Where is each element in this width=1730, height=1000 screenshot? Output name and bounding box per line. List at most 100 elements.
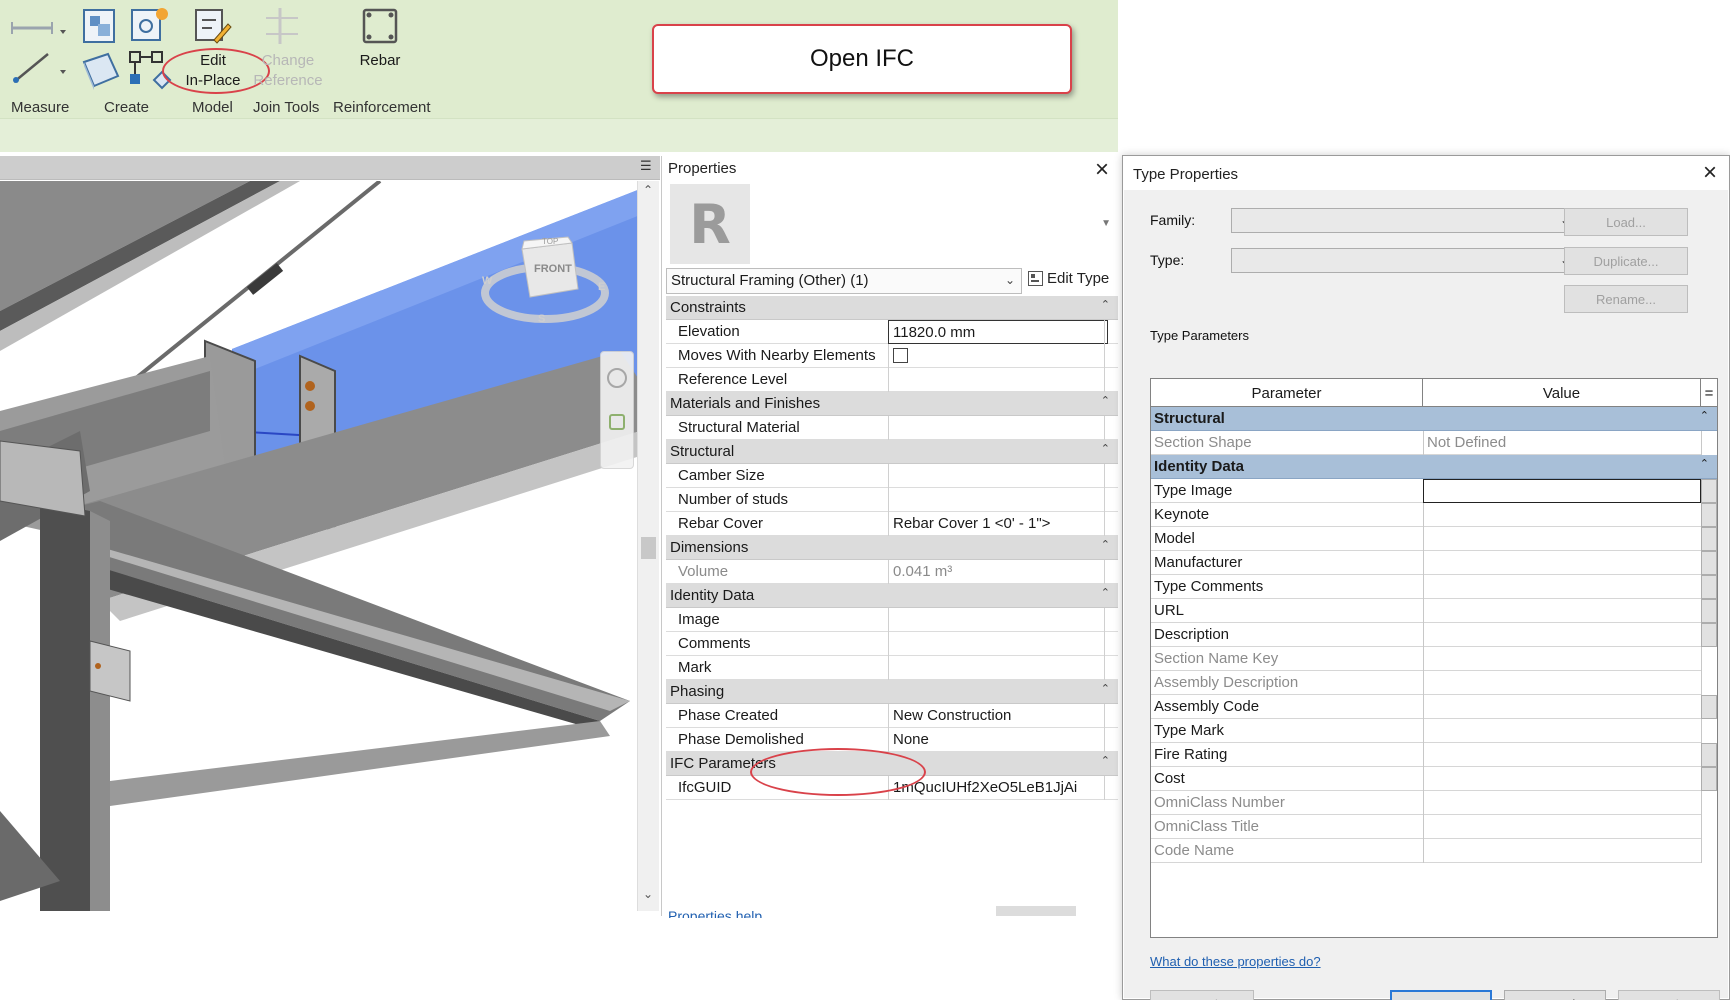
parameter-row: Type Mark	[1151, 719, 1702, 743]
property-group-header[interactable]: Structural ⌃	[666, 440, 1118, 464]
rebar-icon[interactable]	[360, 6, 400, 46]
column-header-value[interactable]: Value	[1423, 379, 1701, 407]
property-group-header[interactable]: Materials and Finishes ⌃	[666, 392, 1118, 416]
scroll-down-icon[interactable]: ⌄	[643, 887, 653, 901]
property-group-header[interactable]: Phasing ⌃	[666, 680, 1118, 704]
column-header-parameter[interactable]: Parameter	[1151, 379, 1423, 407]
steering-wheel-icon[interactable]	[607, 368, 627, 388]
create-part-icon[interactable]	[80, 50, 122, 92]
zoom-icon[interactable]	[609, 414, 625, 430]
create-component-icon[interactable]	[80, 6, 120, 46]
associate-parameter-button[interactable]	[1701, 575, 1717, 599]
collapse-icon[interactable]: ⌃	[1101, 682, 1110, 695]
viewcube[interactable]: FRONT TOP W E S	[480, 231, 610, 331]
parameter-row: OmniClass Title	[1151, 815, 1702, 839]
create-group-icon[interactable]	[128, 4, 170, 46]
viewcube-front-face[interactable]: FRONT	[534, 263, 572, 275]
edit-type-button[interactable]: Edit Type	[1028, 270, 1109, 287]
collapse-icon[interactable]: ⌃	[1101, 538, 1110, 551]
property-group-header[interactable]: Constraints ⌃	[666, 296, 1118, 320]
scroll-thumb[interactable]	[641, 537, 656, 559]
viewport-menu-icon[interactable]: ☰	[640, 158, 652, 174]
parameter-value[interactable]	[1423, 695, 1701, 719]
property-value[interactable]	[888, 464, 1108, 488]
property-value[interactable]	[888, 632, 1108, 656]
collapse-icon[interactable]: ⌃	[1700, 457, 1709, 470]
property-group-header[interactable]: Identity Data ⌃	[666, 584, 1118, 608]
property-value[interactable]	[888, 368, 1108, 392]
preview-dropdown-icon[interactable]: ▼	[1101, 218, 1111, 229]
associate-parameter-button[interactable]	[1701, 743, 1717, 767]
viewport-scrollbar[interactable]: ⌃ ⌄	[637, 181, 659, 911]
parameter-value[interactable]	[1423, 575, 1701, 599]
cancel-button[interactable]: Cancel	[1504, 990, 1606, 1000]
dialog-title: Type Properties	[1133, 166, 1239, 183]
parameter-value[interactable]	[1423, 599, 1701, 623]
property-value[interactable]: Rebar Cover 1 <0' - 1">	[888, 512, 1108, 536]
3d-viewport[interactable]: FRONT TOP W E S	[0, 181, 660, 911]
associate-parameter-button[interactable]	[1701, 527, 1717, 551]
parameter-value[interactable]	[1423, 479, 1701, 503]
property-name: Rebar Cover	[678, 515, 764, 532]
properties-help-link[interactable]: Properties help	[668, 908, 762, 918]
measure-between-icon[interactable]	[8, 12, 68, 46]
properties-help-link[interactable]: What do these properties do?	[1150, 954, 1321, 969]
property-value[interactable]: 11820.0 mm	[888, 320, 1108, 344]
property-value[interactable]: New Construction	[888, 704, 1108, 728]
panel-label-reinforcement: Reinforcement	[333, 99, 431, 116]
parameter-value[interactable]	[1423, 743, 1701, 767]
parameter-value[interactable]	[1423, 503, 1701, 527]
property-group-header[interactable]: Dimensions ⌃	[666, 536, 1118, 560]
collapse-icon[interactable]: ⌃	[1101, 442, 1110, 455]
associate-parameter-button[interactable]	[1701, 695, 1717, 719]
associate-parameter-button[interactable]	[1701, 599, 1717, 623]
scroll-up-icon[interactable]: ⌃	[643, 183, 653, 197]
parameter-value[interactable]	[1423, 623, 1701, 647]
property-value[interactable]	[888, 608, 1108, 632]
moves-with-nearby-checkbox[interactable]	[893, 348, 908, 363]
collapse-icon[interactable]: ⌃	[1101, 394, 1110, 407]
type-dropdown[interactable]: ⌄	[1231, 248, 1579, 273]
collapse-icon[interactable]: ⌃	[1101, 754, 1110, 767]
viewport-header-bar: ☰	[0, 156, 660, 180]
navigation-bar[interactable]	[600, 351, 634, 469]
associate-parameter-button	[1701, 815, 1717, 839]
associate-parameter-button[interactable]	[1701, 479, 1717, 503]
parameter-value[interactable]	[1423, 551, 1701, 575]
collapse-icon[interactable]: ⌃	[1101, 586, 1110, 599]
column-header-formula[interactable]: =	[1701, 379, 1717, 407]
edit-in-place-icon[interactable]	[192, 6, 232, 46]
family-dropdown[interactable]: ⌄	[1231, 208, 1579, 233]
associate-parameter-button[interactable]	[1701, 767, 1717, 791]
close-icon[interactable]: ×	[1095, 156, 1109, 184]
property-row-end	[1104, 704, 1118, 728]
parameter-row: Code Name	[1151, 839, 1702, 863]
close-icon[interactable]: ×	[1703, 159, 1717, 187]
ok-button[interactable]: OK	[1390, 990, 1492, 1000]
measure-along-icon[interactable]	[8, 48, 68, 88]
parameter-value[interactable]	[1423, 527, 1701, 551]
type-selector[interactable]: Structural Framing (Other) (1) ⌄	[666, 268, 1022, 294]
property-row: Comments	[666, 632, 1118, 656]
rebar-button[interactable]: Rebar	[350, 51, 410, 71]
ribbon: Measure Create Edit In-Place Model Chang…	[0, 0, 1118, 152]
parameter-group-header[interactable]: Identity Data ⌃	[1151, 455, 1717, 479]
property-value[interactable]	[888, 344, 1108, 368]
associate-parameter-button[interactable]	[1701, 503, 1717, 527]
viewcube-top-face[interactable]: TOP	[542, 237, 558, 246]
apply-button: Apply	[1618, 990, 1720, 1000]
panel-label-model: Model	[192, 99, 233, 116]
parameter-value[interactable]	[1423, 719, 1701, 743]
parameter-group-header[interactable]: Structural ⌃	[1151, 407, 1717, 431]
property-value[interactable]: None	[888, 728, 1108, 752]
collapse-icon[interactable]: ⌃	[1700, 409, 1709, 422]
apply-button-partial[interactable]	[996, 906, 1076, 916]
property-value[interactable]	[888, 416, 1108, 440]
property-name: Number of studs	[678, 491, 789, 508]
property-value[interactable]	[888, 488, 1108, 512]
property-value[interactable]	[888, 656, 1108, 680]
associate-parameter-button[interactable]	[1701, 551, 1717, 575]
parameter-value[interactable]	[1423, 767, 1701, 791]
collapse-icon[interactable]: ⌃	[1101, 298, 1110, 311]
associate-parameter-button[interactable]	[1701, 623, 1717, 647]
